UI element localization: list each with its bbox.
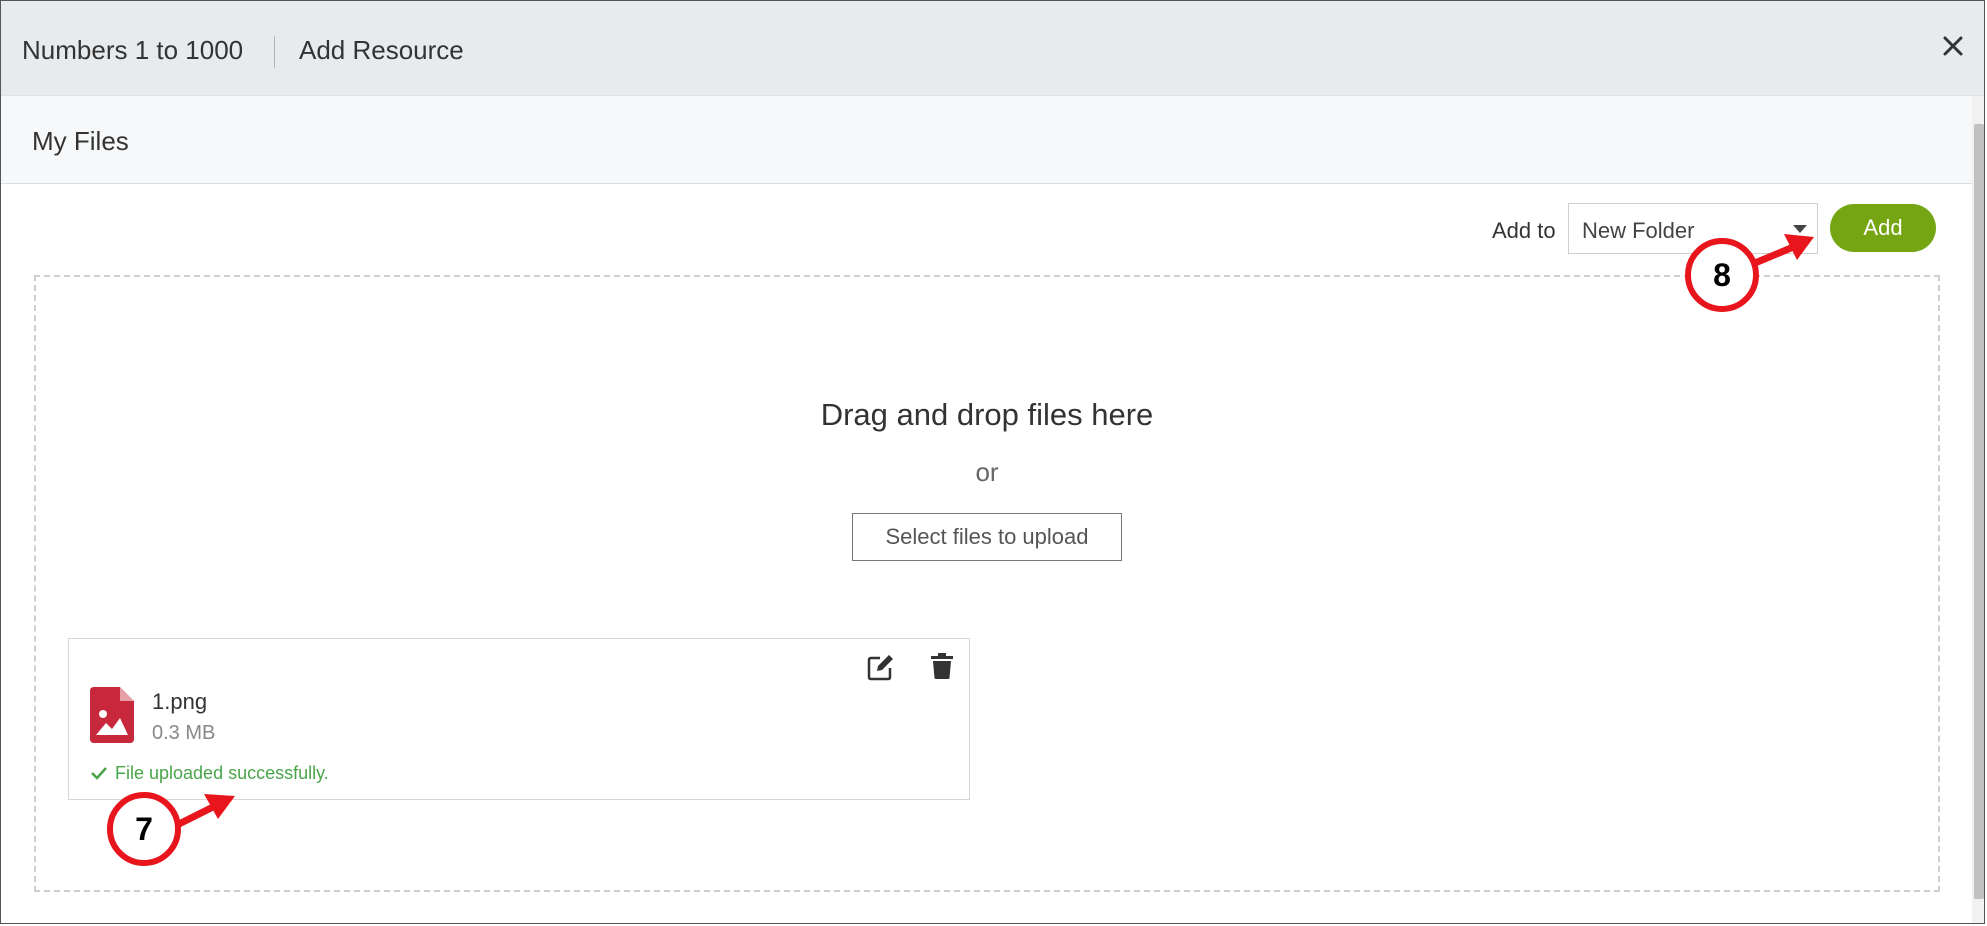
- folder-select[interactable]: New Folder: [1568, 203, 1818, 254]
- vertical-scrollbar[interactable]: [1972, 96, 1984, 923]
- my-files-bar: My Files: [1, 96, 1984, 184]
- folder-select-value: New Folder: [1582, 218, 1695, 243]
- add-button[interactable]: Add: [1830, 204, 1936, 252]
- dialog-title: Add Resource: [299, 35, 464, 65]
- check-icon: [91, 767, 107, 780]
- dialog-header: Numbers 1 to 1000 Add Resource: [1, 1, 1984, 96]
- file-name: 1.png: [152, 689, 208, 714]
- select-files-button[interactable]: Select files to upload: [852, 513, 1122, 561]
- scrollbar-thumb[interactable]: [1974, 124, 1984, 899]
- close-icon[interactable]: [1938, 31, 1968, 61]
- uploaded-file-card: 1.png 0.3 MB File uploaded successfully.: [68, 638, 970, 800]
- image-file-icon: [90, 687, 134, 743]
- add-to-label: Add to: [1492, 218, 1556, 243]
- add-resource-dialog: Numbers 1 to 1000 Add Resource My Files …: [0, 0, 1985, 924]
- step-8-callout: 8: [1685, 238, 1759, 312]
- file-size: 0.3 MB: [152, 722, 216, 744]
- step-7-callout: 7: [107, 792, 181, 866]
- dropzone-title: Drag and drop files here: [820, 397, 1154, 432]
- edit-icon[interactable]: [867, 653, 895, 681]
- upload-status-text: File uploaded successfully.: [115, 763, 329, 783]
- my-files-title: My Files: [32, 126, 129, 156]
- trash-icon[interactable]: [931, 653, 953, 679]
- caret-down-icon: [1793, 225, 1807, 233]
- resource-title: Numbers 1 to 1000: [22, 35, 244, 65]
- dropzone-or: or: [975, 457, 999, 487]
- header-divider: [274, 36, 275, 68]
